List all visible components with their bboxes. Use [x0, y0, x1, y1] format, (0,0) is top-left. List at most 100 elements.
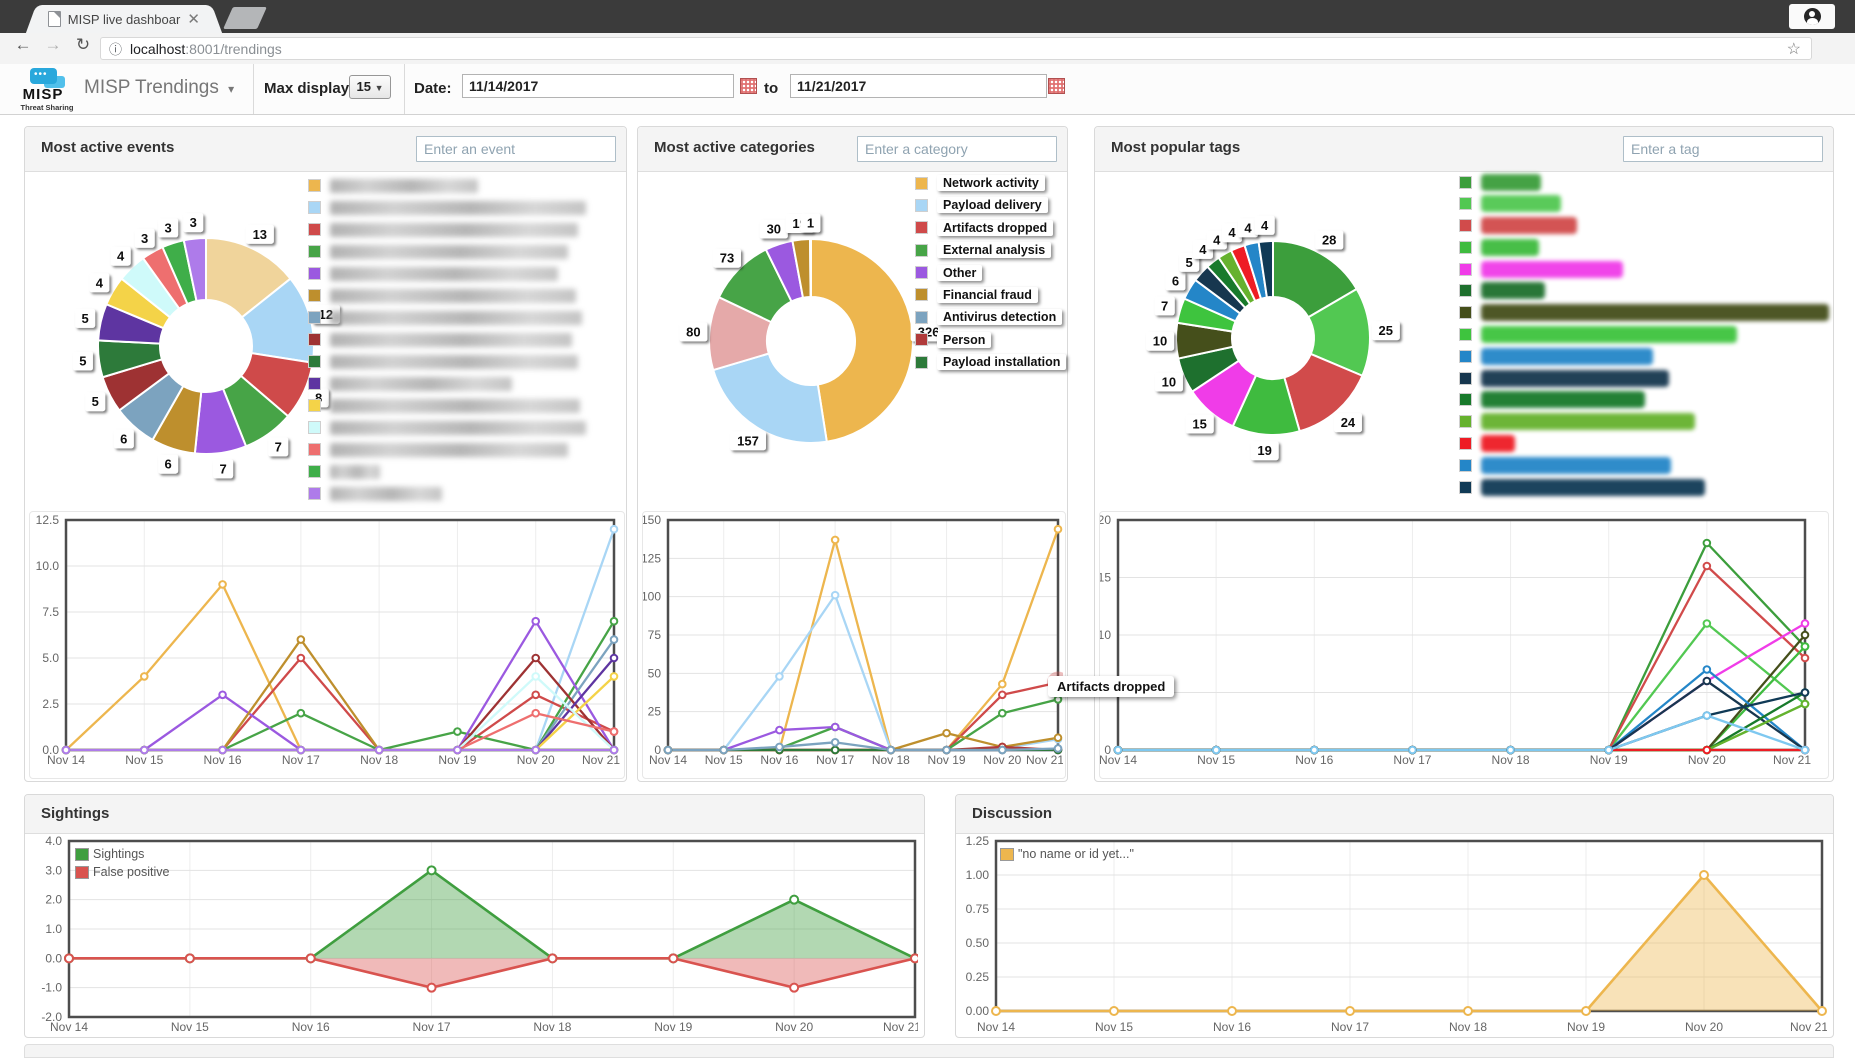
data-point[interactable]	[611, 636, 618, 643]
back-button[interactable]: ←	[10, 35, 36, 55]
data-point[interactable]	[141, 747, 148, 754]
calendar-icon[interactable]	[740, 78, 757, 94]
data-point[interactable]	[720, 747, 727, 754]
data-point[interactable]	[219, 747, 226, 754]
data-point[interactable]	[999, 747, 1006, 754]
category-legend-item[interactable]: Payload delivery	[915, 198, 1066, 212]
donut-slice[interactable]	[713, 354, 827, 443]
data-point[interactable]	[1115, 747, 1122, 754]
tag-legend-item[interactable]	[1459, 478, 1829, 496]
data-point[interactable]	[298, 710, 305, 717]
category-legend-item[interactable]: External analysis	[915, 243, 1066, 257]
tag-legend-item[interactable]	[1459, 282, 1829, 300]
data-point[interactable]	[186, 954, 194, 962]
event-legend-item[interactable]	[308, 245, 586, 258]
data-point[interactable]	[532, 692, 539, 699]
data-point[interactable]	[1228, 1007, 1236, 1015]
data-point[interactable]	[832, 747, 839, 754]
data-point[interactable]	[1110, 1007, 1118, 1015]
data-point[interactable]	[307, 954, 315, 962]
data-point[interactable]	[888, 747, 895, 754]
tag-legend-item[interactable]	[1459, 347, 1829, 365]
data-point[interactable]	[1802, 747, 1809, 754]
event-legend-item[interactable]	[308, 267, 586, 280]
tags-donut-chart[interactable]: 2825241915101076544444	[1115, 172, 1435, 512]
category-legend-item[interactable]: Financial fraud	[915, 288, 1066, 302]
event-legend-item[interactable]	[308, 223, 586, 236]
data-point[interactable]	[141, 673, 148, 680]
data-point[interactable]	[1704, 666, 1711, 673]
event-legend-item[interactable]	[308, 333, 586, 346]
data-point[interactable]	[992, 1007, 1000, 1015]
data-point[interactable]	[776, 744, 783, 751]
data-point[interactable]	[669, 954, 677, 962]
tab-close-icon[interactable]: ✕	[187, 10, 200, 28]
category-legend-item[interactable]: Network activity	[915, 176, 1066, 190]
data-point[interactable]	[832, 724, 839, 731]
profile-button[interactable]	[1789, 4, 1835, 29]
data-point[interactable]	[1704, 563, 1711, 570]
data-point[interactable]	[611, 618, 618, 625]
data-point[interactable]	[832, 739, 839, 746]
data-point[interactable]	[298, 747, 305, 754]
data-point[interactable]	[1055, 734, 1062, 741]
data-point[interactable]	[790, 984, 798, 992]
data-point[interactable]	[454, 728, 461, 735]
data-point[interactable]	[1346, 1007, 1354, 1015]
data-point[interactable]	[298, 655, 305, 662]
event-search-input[interactable]	[416, 136, 616, 162]
categories-donut-chart[interactable]: 326157807330191	[638, 172, 938, 512]
donut-slice[interactable]	[811, 239, 913, 442]
app-title-dropdown[interactable]: MISP Trendings ▾	[84, 77, 234, 99]
data-point[interactable]	[1704, 540, 1711, 547]
data-point[interactable]	[999, 710, 1006, 717]
data-point[interactable]	[548, 954, 556, 962]
event-legend-item[interactable]	[308, 179, 586, 192]
data-point[interactable]	[1055, 526, 1062, 533]
event-legend-item[interactable]	[308, 465, 586, 478]
event-legend-item[interactable]	[308, 377, 586, 390]
tag-legend-item[interactable]	[1459, 173, 1829, 191]
new-tab-button[interactable]	[223, 7, 267, 29]
data-point[interactable]	[611, 673, 618, 680]
events-line-chart[interactable]: 12.510.07.55.02.50.0Nov 14Nov 15Nov 16No…	[30, 512, 622, 776]
tag-legend-item[interactable]	[1459, 456, 1829, 474]
bookmark-star-icon[interactable]: ☆	[1787, 39, 1801, 59]
data-point[interactable]	[1802, 689, 1809, 696]
data-point[interactable]	[376, 747, 383, 754]
data-point[interactable]	[1311, 747, 1318, 754]
data-point[interactable]	[219, 692, 226, 699]
event-legend-item[interactable]	[308, 201, 586, 214]
data-point[interactable]	[943, 747, 950, 754]
data-point[interactable]	[65, 954, 73, 962]
tag-legend-item[interactable]	[1459, 326, 1829, 344]
data-point[interactable]	[1802, 701, 1809, 708]
data-point[interactable]	[428, 866, 436, 874]
event-legend-item[interactable]	[308, 289, 586, 302]
data-point[interactable]	[1704, 678, 1711, 685]
info-icon[interactable]: ⓘ	[109, 39, 122, 58]
category-legend-item[interactable]: Payload installation	[915, 355, 1066, 369]
data-point[interactable]	[532, 710, 539, 717]
data-point[interactable]	[298, 636, 305, 643]
tag-legend-item[interactable]	[1459, 413, 1829, 431]
data-point[interactable]	[532, 747, 539, 754]
data-point[interactable]	[1802, 655, 1809, 662]
categories-line-chart[interactable]: 1501251007550250Nov 14Nov 15Nov 16Nov 17…	[643, 512, 1063, 776]
data-point[interactable]	[790, 896, 798, 904]
category-legend-item[interactable]: Artifacts dropped	[915, 221, 1066, 235]
date-to-input[interactable]	[790, 74, 1047, 98]
data-point[interactable]	[1464, 1007, 1472, 1015]
browser-tab[interactable]: MISP live dashboar ✕	[40, 5, 208, 33]
data-point[interactable]	[1409, 747, 1416, 754]
category-search-input[interactable]	[857, 136, 1057, 162]
data-point[interactable]	[428, 984, 436, 992]
data-point[interactable]	[611, 655, 618, 662]
data-point[interactable]	[665, 747, 672, 754]
event-legend-item[interactable]	[308, 311, 586, 324]
data-point[interactable]	[532, 655, 539, 662]
data-point[interactable]	[1055, 696, 1062, 703]
data-point[interactable]	[611, 526, 618, 533]
category-legend-item[interactable]: Person	[915, 333, 1066, 347]
data-point[interactable]	[832, 537, 839, 544]
